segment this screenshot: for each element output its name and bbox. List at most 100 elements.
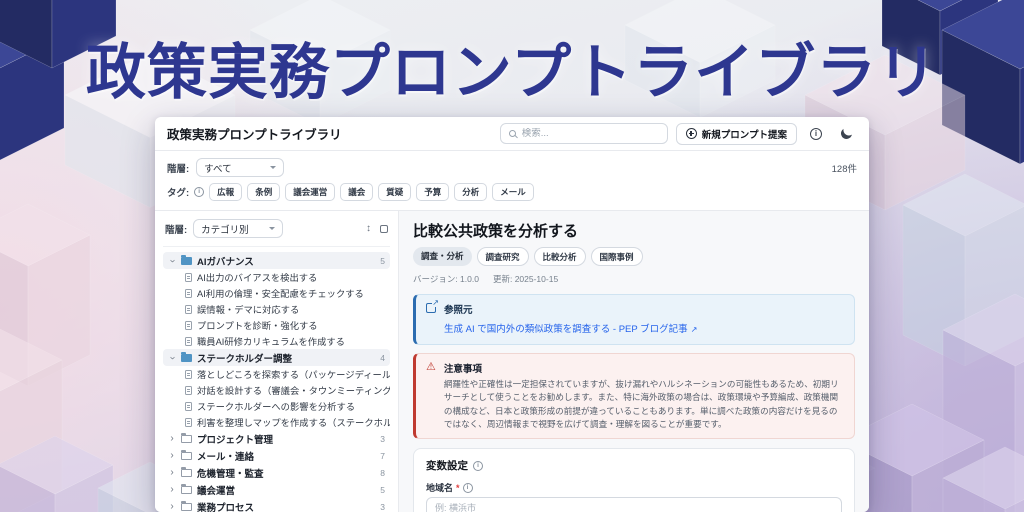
- expand-all-icon[interactable]: ↕: [366, 224, 371, 234]
- tag-chip[interactable]: 議会運営: [285, 183, 335, 201]
- sidebar-header: 階層: カテゴリ別 ↕: [163, 219, 390, 247]
- prompt-item-label: AI出力のバイアスを検出する: [197, 270, 317, 284]
- new-prompt-button-label: 新規プロンプト提案: [702, 127, 787, 141]
- tag-chip[interactable]: 議会: [340, 183, 373, 201]
- folder-icon: [181, 452, 192, 460]
- sidebar-hierarchy-select[interactable]: カテゴリ別: [193, 219, 283, 238]
- info-icon: [194, 187, 204, 197]
- sidebar-hierarchy-label: 階層:: [165, 222, 187, 236]
- collapse-all-icon[interactable]: [380, 225, 388, 233]
- chevron-right-icon: ›: [168, 434, 176, 444]
- folder-open-icon: [181, 257, 192, 265]
- chevron-down-icon: ›: [167, 354, 177, 362]
- plus-circle-icon: [686, 128, 697, 139]
- prompt-item-label: 職員AI研修カリキュラムを作成する: [197, 334, 345, 348]
- sidebar-folder-stakeholder[interactable]: › ステークホルダー調整 4: [163, 349, 390, 366]
- region-name-field[interactable]: [426, 497, 842, 512]
- chevron-down-icon: [269, 227, 275, 230]
- sidebar-folder-ai-governance[interactable]: › AIガバナンス 5: [163, 252, 390, 269]
- dark-mode-toggle[interactable]: [835, 123, 857, 145]
- sidebar-prompt-item[interactable]: 誤情報・デマに対応する: [163, 301, 390, 317]
- filter-bar: 階層: すべて 128件: [155, 151, 869, 177]
- field-label-region: 地域名 *: [426, 481, 842, 494]
- warning-title: 注意事項: [444, 361, 844, 375]
- variables-title: 変数設定: [426, 458, 468, 473]
- info-icon: [810, 128, 822, 140]
- sidebar-prompt-item[interactable]: AI利用の倫理・安全配慮をチェックする: [163, 285, 390, 301]
- sidebar-prompt-item[interactable]: 落としどころを探索する（パッケージディール設計）: [163, 366, 390, 382]
- warning-icon: ⚠: [426, 361, 436, 431]
- document-icon: [185, 386, 192, 395]
- hierarchy-filter-select[interactable]: すべて: [196, 158, 284, 177]
- search-box[interactable]: [500, 123, 668, 144]
- chevron-down-icon: ›: [167, 257, 177, 265]
- tag-chip[interactable]: メール: [492, 183, 534, 201]
- meta-row: バージョン: 1.0.0 更新: 2025-10-15: [413, 273, 855, 285]
- tag-chip[interactable]: 予算: [416, 183, 449, 201]
- document-icon: [185, 289, 192, 298]
- folder-count: 4: [380, 353, 385, 363]
- reference-link[interactable]: 生成 AI で国内外の類似政策を調査する - PEP ブログ記事: [444, 324, 688, 335]
- info-button[interactable]: [805, 123, 827, 145]
- prompt-item-label: 利害を整理しマップを作成する（ステークホルダー調整）: [197, 415, 390, 429]
- document-icon: [185, 305, 192, 314]
- info-icon: [463, 483, 473, 493]
- warning-callout: ⚠ 注意事項 網羅性や正確性は一定担保されていますが、抜け漏れやハルシネーション…: [413, 353, 855, 439]
- external-link-icon: [426, 303, 436, 313]
- sidebar-folder-assembly[interactable]: › 議会運営 5: [163, 481, 390, 498]
- search-icon: [509, 130, 516, 137]
- sidebar-prompt-item[interactable]: AI出力のバイアスを検出する: [163, 269, 390, 285]
- search-input[interactable]: [522, 128, 659, 139]
- prompt-item-label: 落としどころを探索する（パッケージディール設計）: [197, 367, 390, 381]
- sidebar-folder-mail[interactable]: › メール・連絡 7: [163, 447, 390, 464]
- sidebar-folder-process[interactable]: › 業務プロセス 3: [163, 498, 390, 512]
- app-window: 政策実務プロンプトライブラリ 新規プロンプト提案 階層: すべて 128件 タグ…: [155, 117, 869, 512]
- folder-count: 5: [380, 485, 385, 495]
- chevron-right-icon: ›: [168, 485, 176, 495]
- field-label-text: 地域名: [426, 481, 453, 494]
- variables-header: 変数設定: [426, 458, 842, 473]
- folder-count: 5: [380, 256, 385, 266]
- prompt-item-label: 対話を設計する（審議会・タウンミーティング）: [197, 383, 390, 397]
- folder-icon: [181, 435, 192, 443]
- folder-open-icon: [181, 354, 192, 362]
- folder-label: AIガバナンス: [197, 254, 254, 268]
- updated-text: 更新: 2025-10-15: [493, 273, 558, 285]
- app-body: 階層: カテゴリ別 ↕ › AIガバナンス 5 AI出力のバイアスを検出する: [155, 211, 869, 512]
- new-prompt-button[interactable]: 新規プロンプト提案: [676, 123, 797, 145]
- prompt-item-label: ステークホルダーへの影響を分析する: [197, 399, 355, 413]
- badge-row: 調査・分析 調査研究 比較分析 国際事例: [413, 247, 855, 266]
- chevron-right-icon: ›: [168, 451, 176, 461]
- folder-icon: [181, 469, 192, 477]
- folder-count: 7: [380, 451, 385, 461]
- tag-chip[interactable]: 分析: [454, 183, 487, 201]
- tag-chip[interactable]: 条例: [247, 183, 280, 201]
- sidebar-prompt-item[interactable]: 利害を整理しマップを作成する（ステークホルダー調整）: [163, 414, 390, 430]
- sidebar-prompt-item[interactable]: 対話を設計する（審議会・タウンミーティング）: [163, 382, 390, 398]
- sidebar-prompt-item[interactable]: ステークホルダーへの影響を分析する: [163, 398, 390, 414]
- folder-count: 3: [380, 502, 385, 512]
- prompt-item-label: プロンプトを診断・強化する: [197, 318, 318, 332]
- tag-badge: 国際事例: [591, 247, 643, 266]
- folder-label: メール・連絡: [197, 449, 254, 463]
- reference-callout: 参照元 生成 AI で国内外の類似政策を調査する - PEP ブログ記事↗: [413, 294, 855, 345]
- reference-title: 参照元: [444, 302, 697, 316]
- document-icon: [185, 273, 192, 282]
- sidebar-folder-crisis[interactable]: › 危機管理・監査 8: [163, 464, 390, 481]
- hierarchy-filter-value: すべて: [204, 161, 231, 175]
- sidebar-prompt-item[interactable]: プロンプトを診断・強化する: [163, 317, 390, 333]
- tag-chip[interactable]: 広報: [209, 183, 242, 201]
- sidebar-folder-project[interactable]: › プロジェクト管理 3: [163, 430, 390, 447]
- app-title: 政策実務プロンプトライブラリ: [167, 124, 342, 143]
- prompt-item-label: 誤情報・デマに対応する: [197, 302, 299, 316]
- tag-chip[interactable]: 質疑: [378, 183, 411, 201]
- chevron-right-icon: ›: [168, 468, 176, 478]
- folder-count: 8: [380, 468, 385, 478]
- external-link-icon: ↗: [691, 325, 698, 334]
- required-marker: *: [456, 483, 460, 493]
- sidebar-prompt-item[interactable]: 職員AI研修カリキュラムを作成する: [163, 333, 390, 349]
- folder-icon: [181, 503, 192, 511]
- sidebar-hierarchy-value: カテゴリ別: [201, 222, 249, 236]
- folder-label: 議会運営: [197, 483, 235, 497]
- hero-title: 政策実務プロンプトライブラリ: [0, 24, 1024, 111]
